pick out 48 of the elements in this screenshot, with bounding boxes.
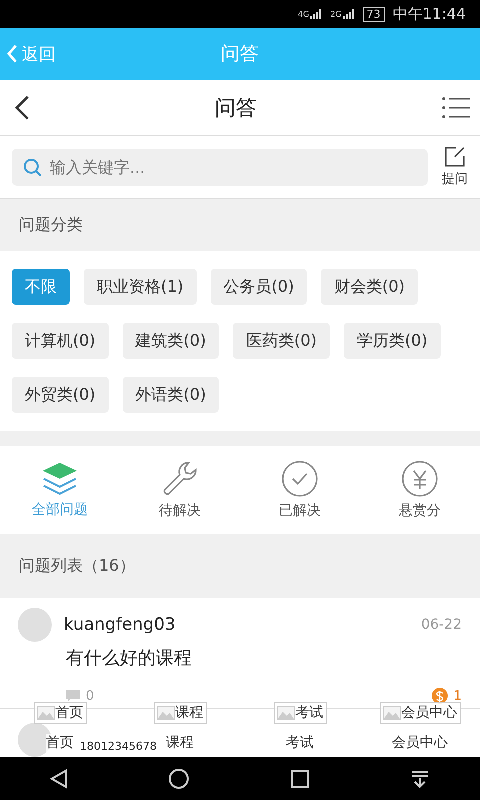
home-icon[interactable] [168, 768, 190, 790]
user-name: kuangfeng03 [64, 615, 176, 635]
comment-count: 0 [86, 688, 94, 704]
category-tag[interactable]: 公务员(0) [210, 269, 308, 305]
section-title: 问题分类 [18, 214, 84, 236]
app-title: 问答 [221, 42, 259, 67]
check-circle-icon [281, 460, 319, 498]
question-text[interactable]: 有什么好的课程 [66, 646, 462, 670]
question-date: 06-22 [421, 617, 462, 633]
category-tag[interactable]: 外语类(0) [122, 377, 220, 413]
category-tag[interactable]: 职业资格(1) [84, 269, 197, 305]
broken-image[interactable]: 课程 [154, 702, 206, 724]
reward-points: 1 [454, 688, 462, 704]
battery-level: 73 [362, 6, 385, 22]
yen-circle-icon [401, 460, 439, 498]
broken-image[interactable]: 考试 [274, 702, 326, 724]
category-tag[interactable]: 财会类(0) [321, 269, 418, 305]
category-tag[interactable]: 计算机(0) [12, 323, 109, 359]
comment-icon [66, 690, 80, 702]
chevron-left-icon [6, 44, 18, 64]
user-name: 18012345678 [80, 739, 157, 755]
category-tag[interactable]: 外贸类(0) [12, 377, 109, 413]
filter-tab[interactable]: 待解决 [120, 446, 240, 534]
page-title: 问答 [215, 94, 257, 122]
wrench-icon [161, 460, 199, 498]
filter-tab[interactable]: 已解决 [240, 446, 360, 534]
tab-label[interactable]: 考试 [286, 734, 314, 752]
recents-icon[interactable] [290, 768, 310, 788]
search-icon [23, 158, 43, 178]
category-tag[interactable]: 建筑类(0) [122, 323, 220, 359]
broken-image[interactable]: 首页 [34, 702, 86, 724]
edit-icon [444, 146, 466, 168]
avatar-icon [18, 608, 52, 642]
category-tag[interactable]: 医药类(0) [233, 323, 330, 359]
tab-label[interactable]: 课程 [166, 734, 194, 752]
tab-label[interactable]: 会员中心 [392, 734, 448, 752]
ask-button[interactable]: 提问 [442, 146, 468, 188]
category-tag[interactable]: 学历类(0) [344, 323, 441, 359]
back-icon[interactable] [14, 94, 30, 120]
tab-label[interactable]: 首页 [46, 734, 74, 752]
search-field[interactable]: 输入关键字... [12, 148, 428, 186]
menu-icon[interactable] [442, 96, 470, 118]
section-title: 问题列表（16） [18, 554, 136, 576]
filter-tab[interactable]: 悬赏分 [360, 446, 480, 534]
broken-image[interactable]: 会员中心 [380, 702, 460, 724]
notification-icon[interactable] [410, 768, 430, 788]
status-time: 中午11:44 [392, 4, 466, 24]
layers-icon [41, 461, 79, 497]
